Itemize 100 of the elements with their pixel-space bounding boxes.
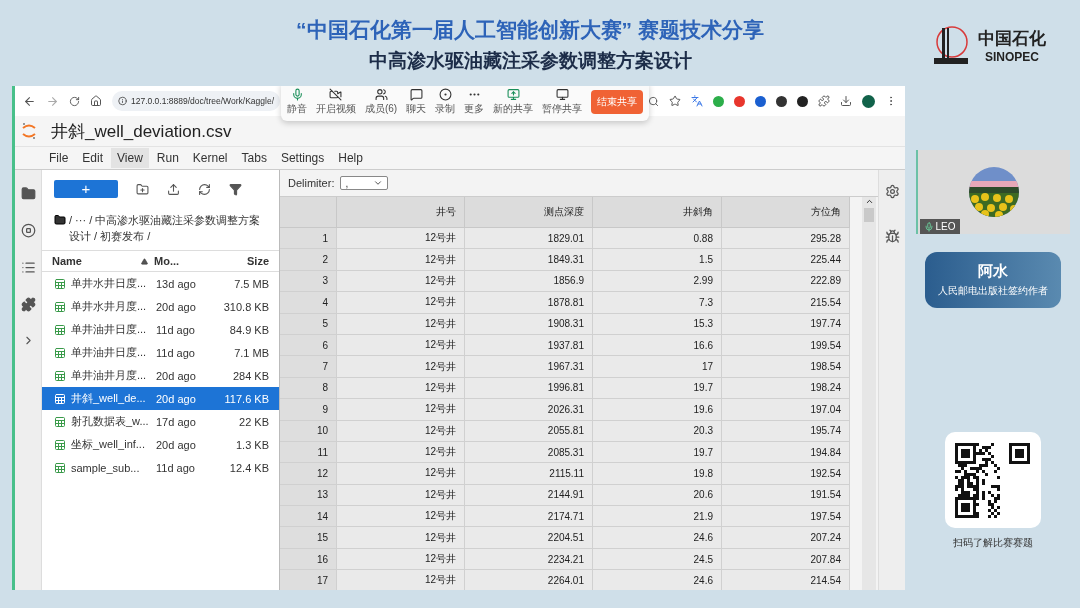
meeting-button[interactable]: 聊天 (406, 88, 427, 116)
puzzle-icon[interactable] (20, 297, 36, 312)
menu-item[interactable]: File (43, 148, 75, 168)
participant-name: LEO (935, 221, 956, 232)
spreadsheet-icon (54, 461, 66, 474)
folder-icon[interactable] (54, 214, 66, 226)
modified-time: 20d ago (156, 300, 197, 313)
table-cell: 1937.81 (465, 334, 593, 357)
column-header: 井号 (337, 197, 465, 228)
menu-item[interactable]: Tabs (235, 148, 273, 168)
reload-icon[interactable] (69, 95, 80, 107)
column-header[interactable]: Name (52, 255, 154, 267)
table-cell: 12号井 (337, 356, 465, 378)
table-cell: 197.04 (722, 399, 850, 421)
meeting-button[interactable]: 更多 (464, 88, 485, 116)
modified-time: 13d ago (156, 277, 197, 290)
back-icon[interactable] (23, 94, 36, 108)
file-row[interactable]: 单井油井日度... 11d ago 84.9 KB (42, 318, 279, 341)
menu-item[interactable]: Run (150, 148, 185, 168)
table-cell: 207.24 (722, 527, 850, 549)
table-cell: 12号井 (337, 228, 465, 250)
file-row[interactable]: 射孔数据表_w... 17d ago 22 KB (42, 410, 279, 433)
file-row[interactable]: 单井水井日度... 13d ago 7.5 MB (42, 272, 279, 295)
table-cell: 19.7 (593, 441, 722, 464)
row-number: 16 (280, 548, 337, 571)
table-cell: 24.6 (593, 527, 722, 549)
extension-icon[interactable] (776, 95, 787, 107)
filter-icon[interactable] (229, 182, 242, 196)
extension-icon[interactable] (797, 95, 808, 107)
table-cell: 12号井 (337, 377, 465, 400)
extensions-icon[interactable] (818, 95, 830, 107)
profile-avatar[interactable] (862, 94, 875, 108)
table-cell: 12号井 (337, 270, 465, 293)
new-folder-icon[interactable] (136, 182, 149, 196)
scrollbar-thumb (864, 208, 874, 222)
file-row[interactable]: 单井油井月度... 20d ago 284 KB (42, 364, 279, 387)
file-name: 单井油井月度... (71, 368, 147, 383)
table-cell: 19.8 (593, 463, 722, 485)
menu-item[interactable]: Kernel (186, 148, 234, 168)
file-row[interactable]: sample_sub... 11d ago 12.4 KB (42, 456, 279, 479)
logo-text: SINOPEC (985, 49, 1039, 64)
address-bar[interactable]: 127.0.0.1:8889/doc/tree/Work/Kaggle/ (112, 91, 280, 111)
file-row[interactable]: 井斜_well_de... 20d ago 117.6 KB (42, 387, 279, 410)
new-launcher-button[interactable]: + (54, 180, 118, 198)
menu-item[interactable]: Edit (76, 148, 110, 168)
table-cell: 1996.81 (465, 377, 593, 400)
microphone-icon (290, 88, 304, 101)
table-cell: 2144.91 (465, 484, 593, 507)
meeting-button[interactable]: 录制 (435, 88, 456, 116)
row-number: 7 (280, 356, 337, 378)
file-name: 井斜_well_de... (71, 391, 146, 406)
menu-item[interactable]: Settings (274, 148, 331, 168)
table-cell: 2055.81 (465, 420, 593, 442)
chat-icon (409, 88, 423, 101)
table-cell: 194.84 (722, 441, 850, 464)
row-number: 14 (280, 506, 337, 528)
meeting-button[interactable]: 暂停共享 (542, 88, 582, 116)
table-cell: 19.7 (593, 377, 722, 400)
monitor-share-icon (506, 88, 520, 101)
table-cell: 19.6 (593, 399, 722, 421)
spreadsheet-icon (54, 277, 66, 290)
modified-time: 20d ago (156, 369, 197, 382)
row-number: 15 (280, 527, 337, 549)
table-cell: 12号井 (337, 313, 465, 335)
download-icon[interactable] (840, 95, 852, 107)
star-icon[interactable] (669, 95, 681, 107)
settings-icon[interactable] (884, 184, 900, 199)
stop-icon[interactable] (20, 223, 36, 238)
refresh-icon[interactable] (198, 182, 211, 196)
file-name: 单井水井月度... (71, 299, 147, 314)
file-row[interactable]: 单井水井月度... 20d ago 310.8 KB (42, 295, 279, 318)
translate-icon[interactable] (691, 95, 703, 107)
file-size: 1.3 KB (234, 438, 269, 451)
file-size: 7.5 MB (233, 277, 269, 290)
table-cell: 2085.31 (465, 441, 593, 464)
column-header[interactable]: Size (206, 255, 269, 267)
meeting-button[interactable]: 静音 (287, 88, 307, 116)
home-icon[interactable] (90, 95, 102, 107)
upload-icon[interactable] (167, 182, 180, 196)
table-cell: 20.3 (593, 420, 722, 442)
column-header[interactable]: Mo... (154, 255, 206, 267)
file-row[interactable]: 单井油井日度... 11d ago 7.1 MB (42, 341, 279, 364)
row-number: 6 (280, 334, 337, 357)
table-cell: 12号井 (337, 506, 465, 528)
file-size: 84.9 KB (228, 323, 269, 336)
delimiter-select[interactable]: , (340, 176, 389, 190)
file-row[interactable]: 坐标_well_inf... 20d ago 1.3 KB (42, 433, 279, 456)
meeting-button[interactable]: 成员(6) (364, 88, 398, 116)
search-icon[interactable] (648, 95, 659, 107)
meeting-button[interactable]: 新的共享 (493, 88, 534, 116)
modified-time: 20d ago (156, 438, 197, 451)
bug-icon[interactable] (884, 229, 900, 244)
list-icon[interactable] (20, 260, 36, 275)
menu-item[interactable]: View (111, 148, 149, 168)
table-cell: 20.6 (593, 484, 722, 507)
table-cell: 2174.71 (465, 506, 593, 528)
menu-item[interactable]: Help (332, 148, 369, 168)
meeting-button[interactable]: 开启视频 (315, 88, 356, 116)
record-icon (438, 88, 452, 101)
folder-icon[interactable] (20, 186, 36, 201)
